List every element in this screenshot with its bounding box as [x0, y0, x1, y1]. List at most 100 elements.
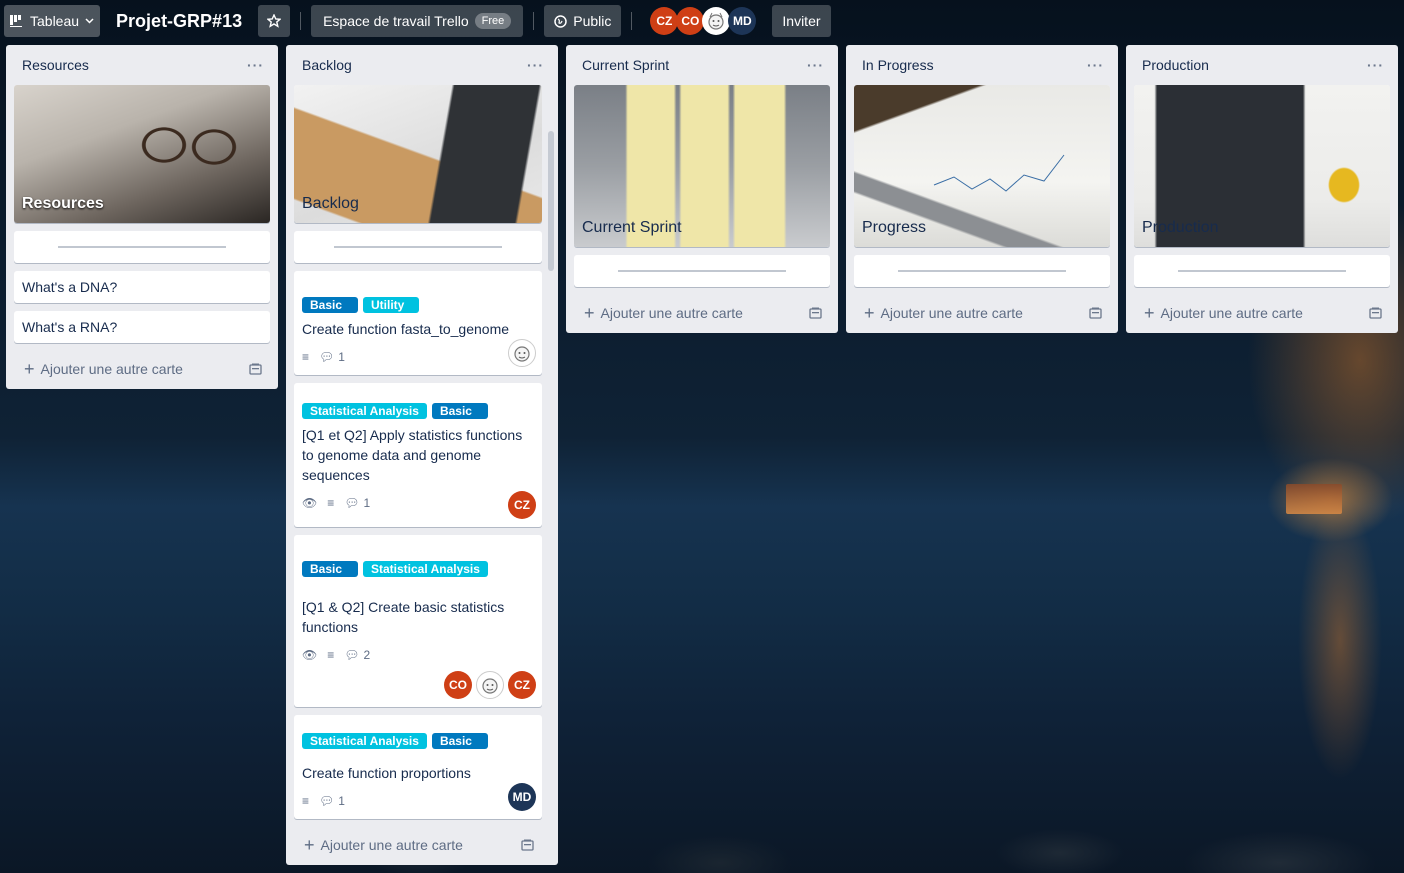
cover-title: Progress: [862, 219, 927, 236]
description-icon: ≡: [302, 350, 310, 364]
list-title[interactable]: Current Sprint: [582, 57, 669, 73]
comment-badge: 💬︎ 1: [344, 493, 370, 513]
list-header: In Progress ···: [854, 45, 1110, 85]
cover-card[interactable]: Production: [1134, 85, 1390, 247]
cover-card[interactable]: Current Sprint: [574, 85, 830, 247]
plus-icon: +: [864, 302, 875, 323]
comment-count: 1: [338, 794, 345, 808]
list-item[interactable]: Statistical Analysis Basic [Q1 et Q2] Ap…: [294, 383, 542, 527]
plus-icon: +: [1144, 302, 1155, 323]
member-avatar[interactable]: CO: [676, 7, 705, 35]
separator-line: [618, 270, 786, 272]
label-basic[interactable]: Basic: [431, 733, 488, 749]
member-avatar[interactable]: [476, 671, 504, 699]
label-basic[interactable]: Basic: [431, 403, 488, 419]
ghost-avatar-icon: [482, 678, 498, 694]
list-title[interactable]: Production: [1142, 57, 1209, 73]
card-title: [Q1 & Q2] Create basic statistics functi…: [302, 599, 505, 635]
separator-card[interactable]: [14, 231, 270, 263]
cover-title: Resources: [22, 195, 104, 212]
member-avatar[interactable]: CO: [444, 671, 472, 699]
list-current-sprint: Current Sprint ··· Current Sprint + Ajout…: [566, 45, 838, 333]
description-icon: ≡: [302, 794, 310, 808]
invite-button[interactable]: Inviter: [772, 5, 831, 37]
invite-label: Inviter: [782, 13, 821, 29]
cover-image: Resources: [14, 85, 270, 223]
template-icon[interactable]: [521, 839, 534, 851]
list-scrollbar[interactable]: [548, 131, 554, 271]
member-avatar[interactable]: CZ: [508, 491, 536, 519]
comment-badge: 💬︎ 1: [319, 791, 345, 811]
template-icon[interactable]: [249, 363, 262, 375]
comment-icon: 💬︎: [319, 794, 335, 808]
list-menu-icon[interactable]: ···: [247, 57, 264, 73]
list-header: Current Sprint ···: [574, 45, 830, 85]
template-icon[interactable]: [1369, 307, 1382, 319]
add-card-button[interactable]: + Ajouter une autre carte: [854, 295, 1110, 331]
add-card-label: Ajouter une autre carte: [320, 837, 463, 853]
list-menu-icon[interactable]: ···: [807, 57, 824, 73]
member-avatar[interactable]: MD: [728, 7, 757, 35]
list-title[interactable]: In Progress: [862, 57, 934, 73]
cover-card[interactable]: Resources: [14, 85, 270, 223]
watch-icon: 👁︎: [302, 648, 318, 662]
plus-icon: +: [24, 358, 35, 379]
member-avatar[interactable]: CZ: [650, 7, 679, 35]
card-title: Create function fasta_to_genome: [302, 321, 510, 337]
add-card-button[interactable]: + Ajouter une autre carte: [14, 351, 270, 387]
board-menu-button[interactable]: Tableau: [4, 5, 101, 37]
workspace-label: Espace de travail Trello: [323, 13, 469, 29]
separator-card[interactable]: [1134, 255, 1390, 287]
visibility-label: Public: [573, 13, 612, 29]
list-header: Resources ···: [14, 45, 270, 85]
list-menu-icon[interactable]: ···: [1367, 57, 1384, 73]
visibility-button[interactable]: Public: [544, 5, 622, 37]
add-card-label: Ajouter une autre carte: [880, 305, 1023, 321]
add-card-label: Ajouter une autre carte: [1160, 305, 1303, 321]
cover-card[interactable]: Progress: [854, 85, 1110, 247]
member-avatar[interactable]: [508, 339, 536, 367]
workspace-button[interactable]: Espace de travail Trello Free: [311, 5, 524, 37]
cover-card[interactable]: Backlog: [294, 85, 542, 223]
header-separator: [300, 12, 302, 30]
add-card-button[interactable]: + Ajouter une autre carte: [1134, 295, 1390, 331]
card-badges: 👁︎ ≡ 💬︎ 2: [302, 645, 534, 665]
label-basic[interactable]: Basic: [302, 297, 358, 313]
comment-badge: 💬︎ 2: [344, 645, 370, 665]
list-item[interactable]: Statistical Analysis Basic Create functi…: [294, 715, 542, 819]
list-item[interactable]: What's a RNA?: [14, 311, 270, 343]
separator-card[interactable]: [574, 255, 830, 287]
board-title[interactable]: Projet-GRP#13: [106, 5, 252, 37]
member-avatar[interactable]: MD: [508, 783, 536, 811]
label-statistical-analysis[interactable]: Statistical Analysis: [363, 561, 488, 577]
watch-icon: 👁︎: [302, 496, 318, 510]
label-utility[interactable]: Utility: [363, 297, 419, 313]
add-card-button[interactable]: + Ajouter une autre carte: [294, 827, 542, 863]
member-avatar[interactable]: CZ: [508, 671, 536, 699]
template-icon[interactable]: [809, 307, 822, 319]
template-icon[interactable]: [1089, 307, 1102, 319]
card-members: CZ: [508, 491, 536, 519]
list-title[interactable]: Backlog: [302, 57, 352, 73]
cover-image: Current Sprint: [574, 85, 830, 247]
cover-title: Current Sprint: [582, 219, 682, 236]
chevron-down-icon: [85, 18, 94, 24]
separator-card[interactable]: [854, 255, 1110, 287]
list-backlog: Backlog ··· Backlog Basic Utility Create…: [286, 45, 558, 865]
label-statistical-analysis[interactable]: Statistical Analysis: [302, 403, 427, 419]
label-basic[interactable]: Basic: [302, 561, 358, 577]
cover-title: Backlog: [302, 195, 359, 212]
member-avatar[interactable]: [702, 7, 731, 35]
list-title[interactable]: Resources: [22, 57, 89, 73]
separator-card[interactable]: [294, 231, 542, 263]
list-item[interactable]: Basic Utility Create function fasta_to_g…: [294, 271, 542, 375]
list-menu-icon[interactable]: ···: [527, 57, 544, 73]
list-item[interactable]: Basic Statistical Analysis [Q1 & Q2] Cre…: [294, 535, 542, 707]
label-statistical-analysis[interactable]: Statistical Analysis: [302, 733, 427, 749]
cover-image: Progress: [854, 85, 1110, 247]
star-button[interactable]: [258, 5, 291, 37]
list-item[interactable]: What's a DNA?: [14, 271, 270, 303]
add-card-button[interactable]: + Ajouter une autre carte: [574, 295, 830, 331]
comment-count: 1: [338, 350, 345, 364]
list-menu-icon[interactable]: ···: [1087, 57, 1104, 73]
